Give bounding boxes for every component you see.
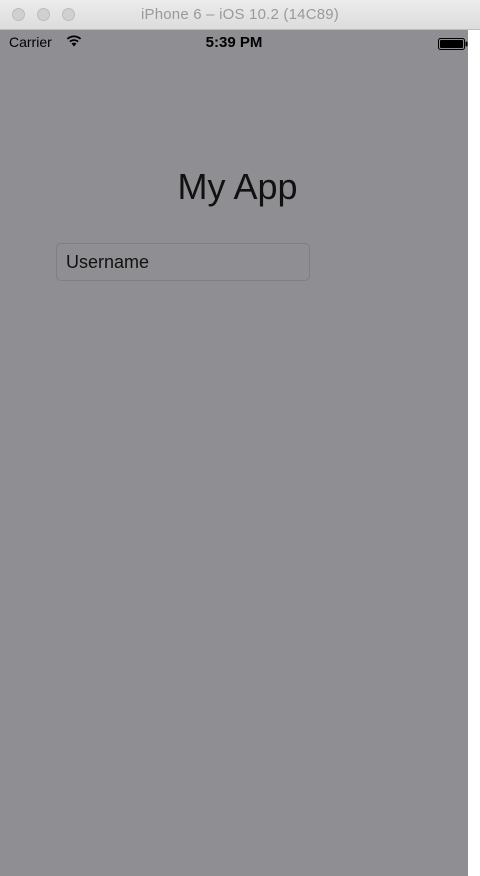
background-window-edge — [468, 30, 480, 876]
battery-icon — [438, 38, 468, 50]
status-bar: Carrier 5:39 PM — [0, 30, 468, 56]
username-field[interactable] — [56, 243, 310, 281]
window-title: iPhone 6 – iOS 10.2 (14C89) — [140, 6, 340, 23]
device-screen: Carrier 5:39 PM My App — [0, 30, 468, 876]
simulator-titlebar: iPhone 6 – iOS 10.2 (14C89) — [0, 0, 480, 30]
status-time: 5:39 PM — [205, 34, 263, 51]
app-title: My App — [177, 166, 298, 207]
